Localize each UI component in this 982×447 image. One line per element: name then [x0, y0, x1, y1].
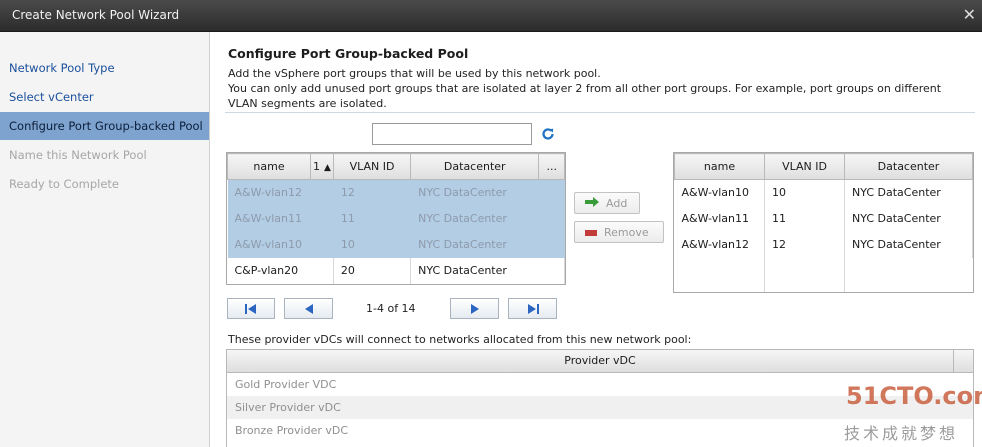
window-title: Create Network Pool Wizard	[12, 8, 180, 22]
previous-page-button[interactable]	[284, 298, 333, 319]
column-header-vlan-id[interactable]: VLAN ID	[764, 153, 845, 180]
description-line-2: You can only add unused port groups that…	[228, 82, 942, 95]
last-page-icon	[527, 303, 539, 314]
close-icon[interactable]: ✕	[963, 5, 976, 24]
column-chooser-button[interactable]: ...	[538, 153, 565, 180]
cell-datacenter: NYC DataCenter	[844, 205, 973, 232]
cell-datacenter: NYC DataCenter	[410, 205, 565, 232]
wizard-steps-sidebar: Network Pool Type Select vCenter Configu…	[0, 32, 210, 447]
next-page-icon	[470, 303, 479, 314]
provider-vdc-description: These provider vDCs will connect to netw…	[228, 333, 692, 346]
remove-icon	[585, 226, 597, 239]
column-header-provider-vdc[interactable]: Provider vDC	[227, 350, 973, 373]
cell-name: C&P-vlan20	[227, 257, 334, 284]
cell-name: A&W-vlan11	[227, 205, 334, 232]
column-header-name[interactable]: name	[674, 153, 765, 180]
cell-vlan-id: 10	[333, 231, 412, 258]
description-line-3: VLAN segments are isolated.	[228, 97, 387, 110]
table-row[interactable]: A&W-vlan10 10 NYC DataCenter	[674, 179, 973, 206]
cell-name: A&W-vlan10	[227, 231, 334, 258]
column-header-sort[interactable]: 1 ▲	[309, 153, 334, 180]
cell-datacenter: NYC DataCenter	[410, 179, 565, 206]
add-button-label: Add	[606, 196, 628, 210]
remove-button-label: Remove	[604, 225, 649, 239]
description-line-1: Add the vSphere port groups that will be…	[228, 67, 601, 80]
cell-name: A&W-vlan10	[674, 179, 765, 206]
title-bar: Create Network Pool Wizard ✕	[0, 0, 982, 32]
main-panel: Configure Port Group-backed Pool Add the…	[211, 32, 982, 447]
next-page-button[interactable]	[450, 298, 499, 319]
cell-vlan-id: 12	[764, 231, 845, 258]
add-arrow-icon	[585, 196, 599, 210]
table-row[interactable]: A&W-vlan11 11 NYC DataCenter	[227, 205, 565, 232]
step-network-pool-type[interactable]: Network Pool Type	[0, 54, 209, 82]
sort-ascending-icon: ▲	[323, 163, 331, 173]
table-row[interactable]: C&P-vlan20 20 NYC DataCenter	[227, 257, 565, 284]
cell-datacenter: NYC DataCenter	[844, 179, 973, 206]
cell-name: A&W-vlan11	[674, 205, 765, 232]
table-row[interactable]: A&W-vlan12 12 NYC DataCenter	[227, 179, 565, 206]
pager-status: 1-4 of 14	[366, 302, 416, 315]
list-item[interactable]: Gold Provider VDC	[227, 373, 973, 396]
provider-vdc-table: Provider vDC Gold Provider VDC Silver Pr…	[226, 349, 974, 447]
table-row[interactable]: A&W-vlan10 10 NYC DataCenter	[227, 231, 565, 258]
cell-vlan-id: 10	[764, 179, 845, 206]
page-title: Configure Port Group-backed Pool	[228, 46, 469, 61]
cell-vlan-id: 12	[333, 179, 412, 206]
table-row[interactable]: A&W-vlan12 12 NYC DataCenter	[674, 231, 973, 258]
list-item[interactable]: Bronze Provider vDC	[227, 419, 973, 442]
cell-name: A&W-vlan12	[227, 179, 334, 206]
divider	[225, 112, 975, 113]
first-page-icon	[245, 303, 256, 314]
column-header-name[interactable]: name	[227, 153, 311, 180]
available-port-groups-table: name 1 ▲ VLAN ID Datacenter ... A&W-vlan1…	[226, 152, 566, 285]
step-ready-to-complete: Ready to Complete	[9, 177, 119, 191]
column-header-datacenter[interactable]: Datacenter	[410, 153, 540, 180]
table-row[interactable]: A&W-vlan11 11 NYC DataCenter	[674, 205, 973, 232]
column-header-vlan-id[interactable]: VLAN ID	[332, 153, 412, 180]
column-divider	[764, 180, 765, 292]
previous-page-icon	[304, 303, 313, 314]
cell-vlan-id: 20	[333, 257, 412, 284]
last-page-button[interactable]	[508, 298, 557, 319]
column-header-datacenter[interactable]: Datacenter	[844, 153, 973, 180]
search-input[interactable]	[372, 123, 532, 145]
list-item[interactable]: Silver Provider vDC	[227, 396, 973, 419]
selected-port-groups-table: name VLAN ID Datacenter A&W-vlan10 10 NY…	[673, 152, 974, 293]
cell-datacenter: NYC DataCenter	[410, 231, 565, 258]
step-name-network-pool: Name this Network Pool	[9, 148, 147, 162]
remove-button[interactable]: Remove	[574, 221, 664, 243]
step-configure-port-group[interactable]: Configure Port Group-backed Pool	[0, 112, 209, 140]
cell-datacenter: NYC DataCenter	[410, 257, 565, 284]
column-chooser-button[interactable]	[953, 350, 973, 372]
cell-vlan-id: 11	[764, 205, 845, 232]
cell-name: A&W-vlan12	[674, 231, 765, 258]
column-divider	[844, 180, 845, 292]
first-page-button[interactable]	[227, 298, 275, 319]
add-button[interactable]: Add	[574, 192, 640, 214]
step-select-vcenter[interactable]: Select vCenter	[0, 83, 209, 111]
refresh-icon[interactable]	[539, 123, 557, 145]
cell-datacenter: NYC DataCenter	[844, 231, 973, 258]
cell-vlan-id: 11	[333, 205, 412, 232]
